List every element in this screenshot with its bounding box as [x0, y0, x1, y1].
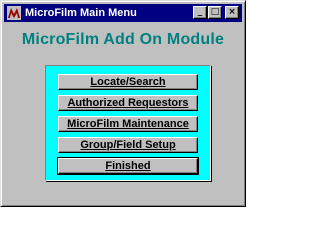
group-field-setup-label: Group/Field Setup	[80, 139, 176, 151]
authorized-requestors-label: Authorized Requestors	[67, 97, 189, 109]
microfilm-maintenance-label: MicroFilm Maintenance	[67, 118, 189, 130]
page-title: MicroFilm Add On Module	[21, 31, 225, 48]
close-button[interactable]: ×	[225, 6, 239, 19]
microfilm-maintenance-button[interactable]: MicroFilm Maintenance	[58, 116, 198, 132]
finished-label: Finished	[105, 160, 151, 172]
locate-search-button[interactable]: Locate/Search	[58, 74, 198, 90]
authorized-requestors-button[interactable]: Authorized Requestors	[58, 95, 198, 111]
menu-panel: Locate/Search Authorized Requestors Micr…	[45, 65, 211, 181]
maximize-button[interactable]: □	[208, 6, 222, 19]
finished-button[interactable]: Finished	[57, 157, 199, 175]
app-logo-icon[interactable]	[7, 6, 21, 20]
main-menu-window: MicroFilm Main Menu _ □ × MicroFilm Add …	[0, 0, 246, 207]
title-bar[interactable]: MicroFilm Main Menu _ □ ×	[4, 4, 242, 22]
window-title: MicroFilm Main Menu	[25, 7, 137, 19]
group-field-setup-button[interactable]: Group/Field Setup	[58, 137, 198, 153]
locate-search-label: Locate/Search	[90, 76, 166, 88]
minimize-button[interactable]: _	[193, 6, 207, 19]
